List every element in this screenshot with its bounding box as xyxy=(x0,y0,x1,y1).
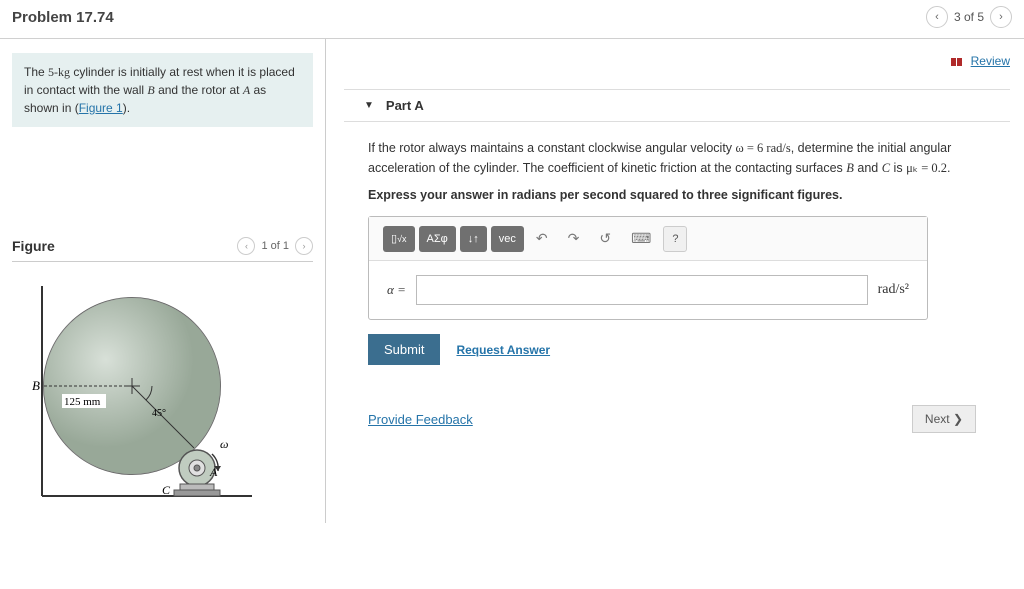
pager-text: 3 of 5 xyxy=(954,10,984,24)
problem-title: Problem 17.74 xyxy=(12,9,114,26)
radius-label: 125 mm xyxy=(64,396,101,408)
figure-diagram: 125 mm 45° B ω A C xyxy=(12,262,313,509)
keyboard-button[interactable]: ⌨ xyxy=(623,225,659,252)
prev-problem-button[interactable]: ‹ xyxy=(926,6,948,28)
collapse-icon: ▼ xyxy=(364,100,374,111)
reset-button[interactable]: ↺ xyxy=(591,225,619,252)
equation-toolbar: ▯√x ΑΣφ ↓↑ vec ↶ ↷ ↺ ⌨ ? xyxy=(369,217,927,261)
provide-feedback-link[interactable]: Provide Feedback xyxy=(368,412,473,427)
answer-input[interactable] xyxy=(416,275,868,305)
point-a-label: A xyxy=(209,465,218,479)
answer-box: ▯√x ΑΣφ ↓↑ vec ↶ ↷ ↺ ⌨ ? α = rad/s² xyxy=(368,216,928,320)
figure-link[interactable]: Figure 1 xyxy=(79,101,123,115)
vec-button[interactable]: vec xyxy=(491,226,524,252)
request-answer-link[interactable]: Request Answer xyxy=(456,343,550,357)
omega-label: ω xyxy=(220,437,228,451)
unit-label: rad/s² xyxy=(878,282,909,298)
subscript-button[interactable]: ↓↑ xyxy=(460,226,487,252)
point-c-label: C xyxy=(162,483,171,497)
submit-button[interactable]: Submit xyxy=(368,334,440,365)
problem-pager: ‹ 3 of 5 › xyxy=(926,6,1012,28)
fig-next-button[interactable]: › xyxy=(295,237,313,255)
redo-button[interactable]: ↷ xyxy=(560,225,588,252)
problem-description: The 5-kg cylinder is initially at rest w… xyxy=(12,53,313,127)
undo-button[interactable]: ↶ xyxy=(528,225,556,252)
question-text: If the rotor always maintains a constant… xyxy=(368,138,986,178)
flag-icon xyxy=(951,54,963,69)
fig-pager-text: 1 of 1 xyxy=(261,240,289,252)
template-button[interactable]: ▯√x xyxy=(383,226,415,252)
next-problem-button[interactable]: › xyxy=(990,6,1012,28)
figure-heading: Figure xyxy=(12,238,55,254)
fig-prev-button[interactable]: ‹ xyxy=(237,237,255,255)
greek-button[interactable]: ΑΣφ xyxy=(419,226,456,252)
help-button[interactable]: ? xyxy=(663,226,687,252)
alpha-label: α = xyxy=(387,282,406,298)
instruction-text: Express your answer in radians per secon… xyxy=(368,188,986,202)
part-a-header[interactable]: ▼ Part A xyxy=(344,89,1010,122)
next-button[interactable]: Next ❯ xyxy=(912,405,976,433)
review-link[interactable]: Review xyxy=(971,54,1010,68)
angle-label: 45° xyxy=(152,408,166,419)
point-b-label: B xyxy=(32,378,40,393)
